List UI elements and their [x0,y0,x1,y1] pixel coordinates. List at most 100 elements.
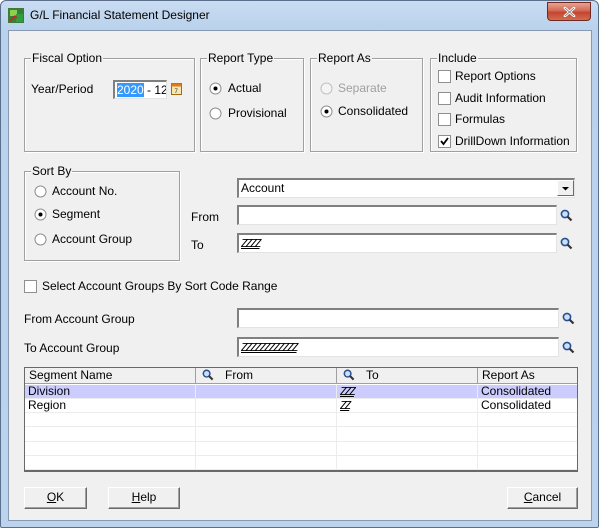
cell-empty[interactable] [25,427,196,442]
cell-report-as[interactable]: Consolidated [478,385,577,399]
window-title: G/L Financial Statement Designer [30,8,210,22]
checkbox-audit-information-label: Audit Information [455,91,546,105]
cell-to-value: ZZZ [340,385,356,398]
cell-empty[interactable] [25,456,196,470]
from-account-group-input[interactable] [237,308,559,328]
column-header-report-as[interactable]: Report As [478,368,577,384]
search-icon[interactable] [562,312,575,325]
radio-account-no-label: Account No. [52,184,118,198]
include-legend: Include [437,51,478,65]
help-label: elp [140,490,157,504]
table-row[interactable]: Region ZZ Consolidated [25,399,577,413]
segment-from-input[interactable] [237,205,557,225]
column-header-to[interactable]: To [337,368,478,384]
dropdown-button[interactable] [557,180,574,196]
checkbox-drilldown-information-label: DrillDown Information [455,134,570,148]
cancel-button[interactable]: Cancel [507,487,578,509]
cell-empty[interactable] [196,427,337,442]
radio-disabled-icon [320,82,333,95]
checkbox-unchecked-icon [438,70,451,83]
cell-empty[interactable] [25,413,196,427]
table-row-empty[interactable] [25,442,577,456]
radio-unchecked-icon [34,233,47,246]
sort-by-group: Sort By Account No. Segment Account Grou… [24,164,180,261]
title-bar[interactable]: G/L Financial Statement Designer [1,1,598,31]
close-button[interactable] [547,2,591,21]
column-header-segment-name[interactable]: Segment Name [25,368,196,384]
to-account-group-input[interactable]: ZZZZZZZZZZZZ [237,337,559,357]
checkbox-unchecked-icon [438,113,451,126]
app-icon [8,8,24,23]
year-value: 2020 [117,83,144,97]
cell-empty[interactable] [337,413,478,427]
cell-empty[interactable] [196,413,337,427]
radio-separate-label: Separate [338,81,387,95]
report-type-group: Report Type Actual Provisional [200,51,304,152]
radio-unchecked-icon [34,185,47,198]
checkbox-formulas-label: Formulas [455,112,506,126]
dialog-window: G/L Financial Statement Designer Fiscal … [0,0,599,528]
segment-from-label: From [191,210,219,224]
column-header-label: From [225,368,253,382]
radio-unchecked-icon [209,107,222,120]
table-row-empty[interactable] [25,456,577,470]
segment-to-label: To [191,238,204,252]
year-period-field[interactable]: 2020 - 12 [113,80,167,99]
segment-dropdown-value: Account [241,181,285,195]
fiscal-option-legend: Fiscal Option [31,51,104,65]
ok-mnemonic: O [46,490,57,504]
cell-segment-name[interactable]: Region [25,399,196,413]
cell-empty[interactable] [196,442,337,456]
include-group: Include Report Options Audit Information… [430,51,577,152]
checkbox-unchecked-icon [438,92,451,105]
report-as-legend: Report As [317,51,372,65]
column-header-label: Report As [482,368,535,382]
radio-checked-icon [320,105,333,118]
cell-segment-name[interactable]: Division [25,385,196,399]
ok-button[interactable]: OK [24,487,87,509]
cell-to[interactable]: ZZZ [337,385,478,399]
chevron-down-icon [562,187,569,191]
radio-checked-icon [34,208,47,221]
radio-actual-label: Actual [228,81,262,95]
cell-from[interactable] [196,385,337,399]
checkbox-report-options-label: Report Options [455,69,536,83]
search-icon[interactable] [560,237,573,250]
to-account-group-label: To Account Group [24,341,120,355]
close-icon [563,7,576,17]
checkbox-checked-icon [438,135,451,148]
cell-empty[interactable] [196,456,337,470]
segment-grid[interactable]: Segment Name From To Report As Division … [24,367,578,472]
cell-empty[interactable] [25,442,196,456]
search-icon[interactable] [560,209,573,222]
grid-header: Segment Name From To Report As [25,368,577,384]
table-row-empty[interactable] [25,413,577,427]
cell-empty[interactable] [337,427,478,442]
radio-segment-label: Segment [52,207,101,221]
cell-report-as[interactable]: Consolidated [478,399,577,413]
ok-label: K [56,490,65,504]
column-header-from[interactable]: From [196,368,337,384]
radio-checked-icon [209,82,222,95]
checkbox-unchecked-icon [24,280,37,293]
column-header-label: Segment Name [29,368,113,382]
from-account-group-label: From Account Group [24,312,135,326]
period-separator: - [143,83,155,97]
period-value: 12 [154,83,167,97]
cell-to[interactable]: ZZ [337,399,478,413]
cell-empty[interactable] [337,442,478,456]
search-icon [202,369,214,381]
segment-to-input[interactable]: ZZZZ [237,233,557,253]
segment-dropdown[interactable]: Account [237,178,575,198]
radio-account-group-label: Account Group [52,232,133,246]
dialog-client: Fiscal Option Year/Period 2020 - 12 7 Re… [8,30,592,521]
table-row-empty[interactable] [25,427,577,442]
cell-empty[interactable] [337,456,478,470]
table-row[interactable]: Division ZZZ Consolidated [25,385,577,399]
cell-from[interactable] [196,399,337,413]
radio-consolidated-label: Consolidated [338,104,409,118]
calendar-icon[interactable]: 7 [171,83,182,95]
segment-to-value: ZZZZ [241,237,261,250]
help-button[interactable]: Help [108,487,180,509]
search-icon[interactable] [562,341,575,354]
